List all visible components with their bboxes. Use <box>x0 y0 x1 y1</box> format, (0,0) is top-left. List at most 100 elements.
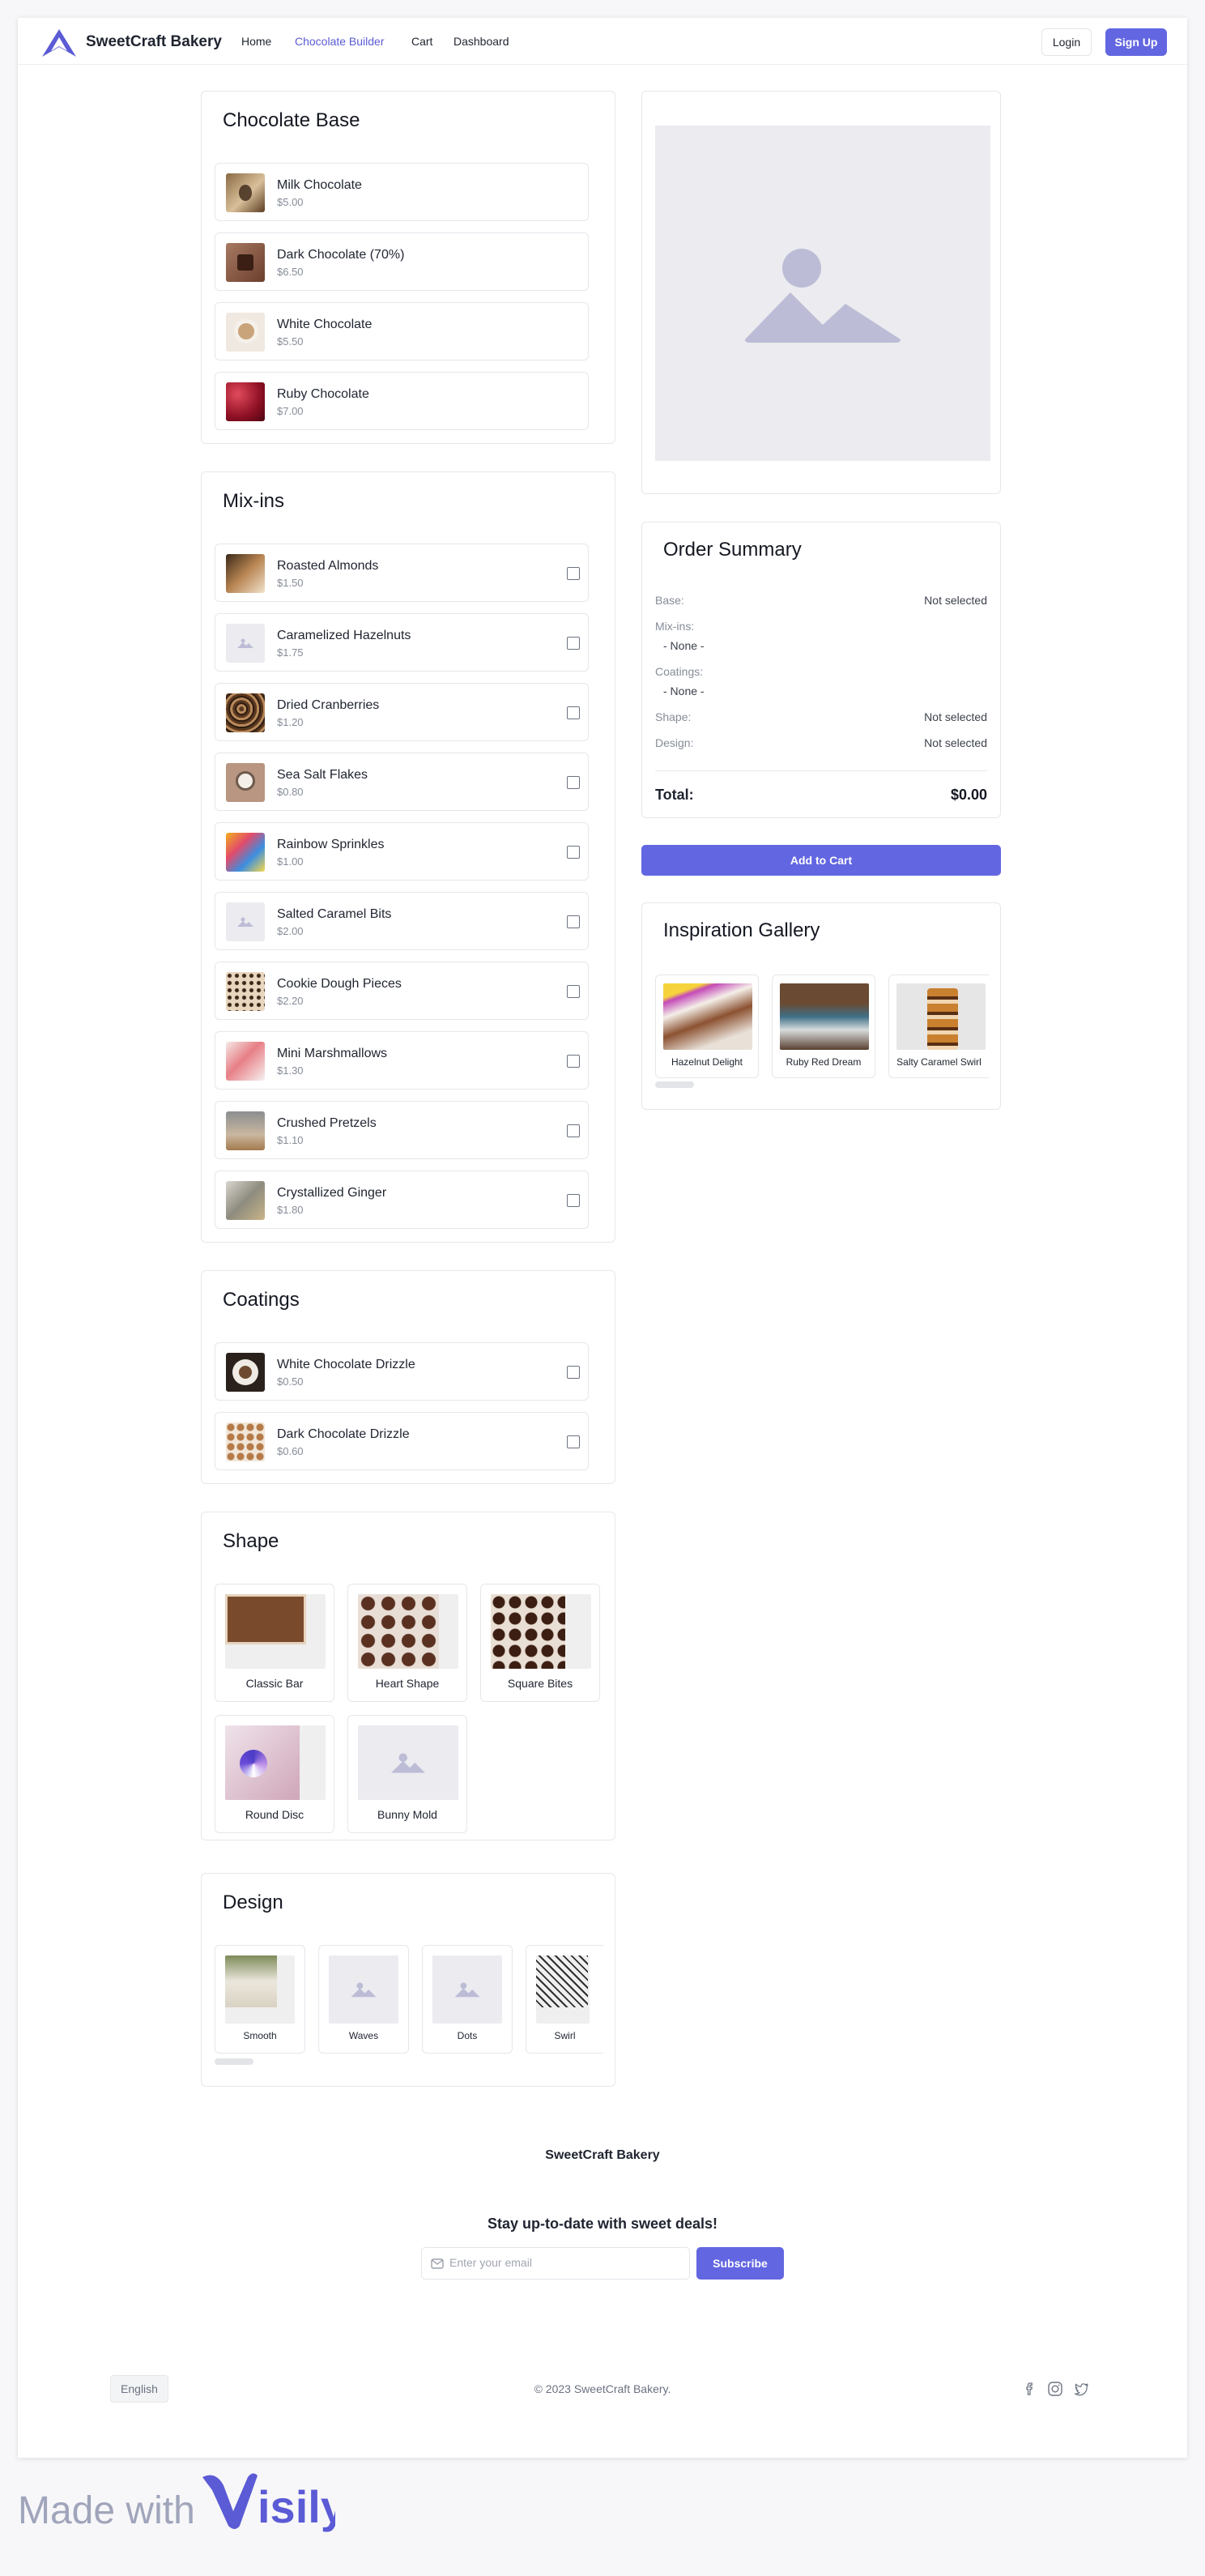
preview-panel <box>641 91 1001 494</box>
summary-base-row: Base: Not selected <box>655 594 987 607</box>
classic-bar-image <box>225 1594 326 1669</box>
mixin-option-sea-salt[interactable]: Sea Salt Flakes $0.80 <box>215 753 589 811</box>
dark-chocolate-image <box>226 243 265 282</box>
mixin-option-caramel-bits[interactable]: Salted Caramel Bits $2.00 <box>215 892 589 950</box>
mixin-checkbox[interactable] <box>567 637 580 650</box>
mixin-checkbox[interactable] <box>567 1055 580 1068</box>
mixin-option-ginger[interactable]: Crystallized Ginger $1.80 <box>215 1171 589 1229</box>
nav-home[interactable]: Home <box>241 35 271 48</box>
option-name: Dark Chocolate (70%) <box>277 248 405 262</box>
nav-dashboard[interactable]: Dashboard <box>453 35 509 48</box>
mixin-checkbox[interactable] <box>567 915 580 928</box>
summary-divider <box>655 770 987 771</box>
sprinkles-image <box>226 833 265 872</box>
option-name: Mini Marshmallows <box>277 1047 388 1060</box>
summary-label: Coatings: <box>655 665 704 678</box>
mixin-option-hazelnuts[interactable]: Caramelized Hazelnuts $1.75 <box>215 613 589 672</box>
copyright: © 2023 SweetCraft Bakery. <box>534 2382 671 2395</box>
twitter-icon[interactable] <box>1072 2380 1090 2398</box>
preview-image-placeholder-icon <box>655 126 990 461</box>
shape-card-heart[interactable]: Heart Shape <box>347 1584 467 1702</box>
subscribe-button[interactable]: Subscribe <box>696 2247 784 2280</box>
swirl-design-image <box>536 1955 590 2024</box>
shape-label: Classic Bar <box>245 1677 304 1690</box>
mixin-option-cookie-dough[interactable]: Cookie Dough Pieces $2.20 <box>215 962 589 1020</box>
gallery-label: Salty Caramel Swirl <box>896 1056 981 1068</box>
option-price: $0.80 <box>277 786 304 798</box>
design-scrollbar[interactable] <box>215 2058 253 2065</box>
instagram-icon[interactable] <box>1046 2380 1064 2398</box>
mixin-option-cranberries[interactable]: Dried Cranberries $1.20 <box>215 683 589 741</box>
cookie-dough-image <box>226 972 265 1011</box>
gallery-scrollbar[interactable] <box>655 1081 694 1088</box>
mixin-option-almonds[interactable]: Roasted Almonds $1.50 <box>215 544 589 602</box>
shape-card-classic-bar[interactable]: Classic Bar <box>215 1584 334 1702</box>
design-card-smooth[interactable]: Smooth <box>215 1945 305 2054</box>
mixin-checkbox[interactable] <box>567 985 580 998</box>
option-name: Crystallized Ginger <box>277 1186 387 1200</box>
ruby-chocolate-image <box>226 382 265 421</box>
signup-button[interactable]: Sign Up <box>1105 28 1167 56</box>
mixin-checkbox[interactable] <box>567 1124 580 1137</box>
add-to-cart-button[interactable]: Add to Cart <box>641 845 1001 876</box>
shape-label: Heart Shape <box>375 1677 440 1690</box>
option-price: $2.00 <box>277 925 304 937</box>
option-price: $1.80 <box>277 1204 304 1216</box>
footer-brand: SweetCraft Bakery <box>545 2148 660 2162</box>
panel-title: Inspiration Gallery <box>663 919 820 941</box>
design-card-dots[interactable]: Dots <box>422 1945 513 2054</box>
summary-value: Not selected <box>924 710 987 723</box>
gallery-card-ruby[interactable]: Ruby Red Dream <box>772 975 875 1078</box>
design-label: Swirl <box>554 2030 576 2041</box>
hazelnut-delight-image <box>663 983 752 1050</box>
mixin-checkbox[interactable] <box>567 567 580 580</box>
shape-card-square-bites[interactable]: Square Bites <box>480 1584 600 1702</box>
option-price: $1.20 <box>277 716 304 728</box>
mixin-option-pretzels[interactable]: Crushed Pretzels $1.10 <box>215 1101 589 1159</box>
mixins-panel: Mix-ins Roasted Almonds $1.50 Caramelize… <box>201 471 615 1243</box>
shape-panel: Shape Classic Bar Heart Shape Square Bit… <box>201 1512 615 1840</box>
visily-logo: isily <box>202 2473 335 2532</box>
summary-value: Not selected <box>924 594 987 607</box>
dark-drizzle-image <box>226 1422 265 1461</box>
nav-cart[interactable]: Cart <box>411 35 432 48</box>
nav-chocolate-builder[interactable]: Chocolate Builder <box>295 35 385 48</box>
design-card-waves[interactable]: Waves <box>318 1945 409 2054</box>
shape-card-bunny-mold[interactable]: Bunny Mold <box>347 1715 467 1833</box>
option-price: $6.50 <box>277 266 304 278</box>
coating-option-dark-drizzle[interactable]: Dark Chocolate Drizzle $0.60 <box>215 1412 589 1470</box>
mixin-option-marshmallows[interactable]: Mini Marshmallows $1.30 <box>215 1031 589 1090</box>
base-option-white[interactable]: White Chocolate $5.50 <box>215 302 589 360</box>
summary-label: Shape: <box>655 710 692 723</box>
option-price: $5.50 <box>277 335 304 348</box>
mixin-checkbox[interactable] <box>567 706 580 719</box>
design-label: Dots <box>457 2030 478 2041</box>
email-input[interactable] <box>449 2256 676 2269</box>
mixin-checkbox[interactable] <box>567 846 580 859</box>
gallery-card-hazelnut[interactable]: Hazelnut Delight <box>655 975 759 1078</box>
gallery-card-salty-caramel[interactable]: Salty Caramel Swirl <box>888 975 989 1078</box>
facebook-icon[interactable] <box>1020 2380 1038 2398</box>
base-option-ruby[interactable]: Ruby Chocolate $7.00 <box>215 372 589 430</box>
coating-checkbox[interactable] <box>567 1366 580 1379</box>
mixin-checkbox[interactable] <box>567 1194 580 1207</box>
design-label: Waves <box>348 2030 379 2041</box>
mixin-checkbox[interactable] <box>567 776 580 789</box>
summary-coatings-row: Coatings: <box>655 665 987 678</box>
email-field[interactable] <box>421 2247 690 2280</box>
login-button[interactable]: Login <box>1041 28 1092 56</box>
total-value: $0.00 <box>950 787 987 803</box>
base-option-dark[interactable]: Dark Chocolate (70%) $6.50 <box>215 232 589 291</box>
coating-option-white-drizzle[interactable]: White Chocolate Drizzle $0.50 <box>215 1342 589 1401</box>
option-name: White Chocolate <box>277 318 373 331</box>
panel-title: Shape <box>223 1530 279 1552</box>
shape-card-round-disc[interactable]: Round Disc <box>215 1715 334 1833</box>
option-name: Milk Chocolate <box>277 178 362 192</box>
brand-name: SweetCraft Bakery <box>86 33 222 50</box>
design-card-swirl[interactable]: Swirl <box>526 1945 603 2054</box>
coating-checkbox[interactable] <box>567 1435 580 1448</box>
milk-chocolate-image <box>226 173 265 212</box>
option-price: $1.00 <box>277 855 304 868</box>
base-option-milk[interactable]: Milk Chocolate $5.00 <box>215 163 589 221</box>
mixin-option-sprinkles[interactable]: Rainbow Sprinkles $1.00 <box>215 822 589 881</box>
